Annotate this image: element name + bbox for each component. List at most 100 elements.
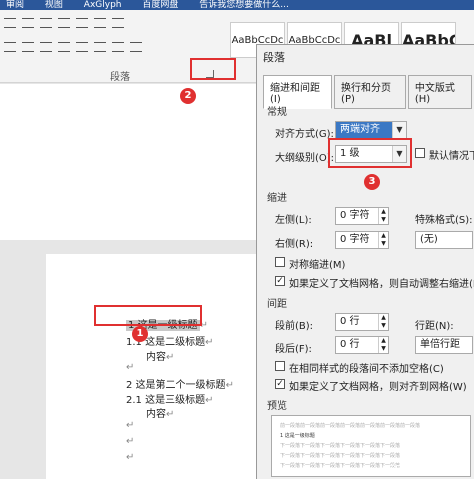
shading-icon[interactable] bbox=[112, 42, 124, 52]
outline-level-label: 大纲级别(O): bbox=[275, 153, 335, 164]
annotation-box-outline-level bbox=[328, 138, 412, 168]
spinner-icon[interactable]: ▲ ▼ bbox=[378, 208, 388, 224]
paragraph-mark: ↵ bbox=[225, 380, 234, 391]
distributed-icon[interactable] bbox=[76, 42, 88, 52]
show-marks-icon[interactable] bbox=[112, 18, 124, 28]
dialog-title: 段落 bbox=[263, 51, 285, 64]
bullets-icon[interactable] bbox=[4, 18, 16, 28]
watermark: CSDN @三木一立 bbox=[388, 464, 470, 475]
doc-line[interactable]: ↵ bbox=[126, 452, 134, 463]
chevron-down-icon[interactable]: ▼ bbox=[392, 122, 406, 138]
heading-number: 2 bbox=[126, 380, 133, 391]
snap-to-grid-checkbox[interactable]: ✓ bbox=[275, 379, 285, 389]
line-spacing-select[interactable]: 单倍行距 bbox=[415, 336, 473, 354]
tab-line-page-breaks[interactable]: 换行和分页(P) bbox=[334, 75, 406, 109]
sort-icon[interactable] bbox=[94, 18, 106, 28]
right-indent-value: 0 字符 bbox=[340, 234, 370, 245]
space-before-input[interactable]: 0 行 ▲ ▼ bbox=[335, 313, 389, 331]
no-space-same-style-checkbox[interactable] bbox=[275, 361, 285, 371]
borders-icon[interactable] bbox=[130, 42, 142, 52]
right-indent-label: 右侧(R): bbox=[275, 239, 314, 250]
left-indent-label: 左侧(L): bbox=[275, 215, 312, 226]
paragraph-mark: ↵ bbox=[166, 352, 175, 363]
heading-text: 这是第二个一级标题 bbox=[135, 380, 226, 391]
align-right-icon[interactable] bbox=[40, 42, 52, 52]
spinner-icon[interactable]: ▲ ▼ bbox=[378, 232, 388, 248]
align-left-icon[interactable] bbox=[4, 42, 16, 52]
page-gap bbox=[0, 240, 256, 254]
paragraph-mark: ↵ bbox=[166, 409, 175, 420]
doc-line[interactable]: ↵ bbox=[126, 362, 134, 373]
doc-line[interactable]: 2 这是第二个一级标题↵ bbox=[126, 376, 234, 391]
special-format-select[interactable]: (无) bbox=[415, 231, 473, 249]
tab-review[interactable]: 审阅 bbox=[6, 0, 24, 10]
decrease-indent-icon[interactable] bbox=[58, 18, 70, 28]
paragraph-mark: ↵ bbox=[126, 436, 135, 447]
tab-baidu-netdisk[interactable]: 百度网盘 bbox=[142, 0, 178, 10]
multilevel-list-icon[interactable] bbox=[40, 18, 52, 28]
space-after-label: 段后(F): bbox=[275, 344, 312, 355]
space-after-input[interactable]: 0 行 ▲ ▼ bbox=[335, 336, 389, 354]
preview-line: 下一段落下一段落下一段落下一段落下一段落下一段落 bbox=[280, 463, 401, 469]
alignment-select[interactable]: 两端对齐 ▼ bbox=[335, 121, 407, 139]
align-center-icon[interactable] bbox=[22, 42, 34, 52]
auto-adjust-label: 如果定义了文档网格，则自动调整右缩进(D) bbox=[289, 279, 474, 290]
collapse-default-label: 默认情况下折 bbox=[429, 151, 474, 162]
space-before-value: 0 行 bbox=[340, 316, 360, 327]
indent-section-label: 缩进 bbox=[267, 193, 287, 204]
ribbon-list-row bbox=[4, 16, 124, 30]
numbering-icon[interactable] bbox=[22, 18, 34, 28]
tell-me-box[interactable]: 告诉我您想要做什么... bbox=[199, 0, 289, 10]
doc-line[interactable]: ↵ bbox=[126, 420, 134, 431]
annotation-marker: 2 bbox=[180, 88, 196, 104]
spinner-icon[interactable]: ▲ ▼ bbox=[378, 314, 388, 330]
dialog-tabs: 缩进和间距(I) 换行和分页(P) 中文版式(H) bbox=[263, 75, 474, 109]
preview-line: 1 这是一级标题 bbox=[280, 433, 315, 439]
mirror-indent-label: 对称缩进(M) bbox=[289, 260, 346, 271]
line-spacing-icon[interactable] bbox=[94, 42, 106, 52]
paragraph-mark: ↵ bbox=[126, 452, 135, 463]
left-indent-input[interactable]: 0 字符 ▲ ▼ bbox=[335, 207, 389, 225]
left-indent-value: 0 字符 bbox=[340, 210, 370, 221]
ribbon-align-row bbox=[4, 40, 142, 54]
increase-indent-icon[interactable] bbox=[76, 18, 88, 28]
no-space-same-style-label: 在相同样式的段落间不添加空格(C) bbox=[289, 364, 444, 375]
paragraph-mark: ↵ bbox=[126, 420, 135, 431]
body-text: 内容 bbox=[146, 409, 166, 420]
collapse-default-checkbox[interactable] bbox=[415, 148, 425, 158]
paragraph-group-label: 段落 bbox=[110, 72, 130, 83]
title-bar: 审阅 视图 AxGlyph 百度网盘 告诉我您想要做什么... bbox=[0, 0, 474, 10]
tab-axglyph[interactable]: AxGlyph bbox=[84, 0, 122, 10]
preview-line: 下一段落下一段落下一段落下一段落下一段落下一段落 bbox=[280, 453, 401, 459]
doc-line[interactable]: 内容↵ bbox=[146, 348, 174, 363]
special-format-value: (无) bbox=[420, 234, 438, 245]
tab-view[interactable]: 视图 bbox=[45, 0, 63, 10]
line-spacing-value: 单倍行距 bbox=[420, 339, 460, 350]
alignment-label: 对齐方式(G): bbox=[275, 129, 334, 140]
annotation-box-heading bbox=[94, 305, 202, 326]
tab-asian-typography[interactable]: 中文版式(H) bbox=[407, 75, 472, 109]
preview-section-label: 预览 bbox=[267, 401, 287, 412]
general-section-label: 常规 bbox=[267, 107, 287, 118]
spinner-icon[interactable]: ▲ ▼ bbox=[378, 337, 388, 353]
mirror-indent-checkbox[interactable] bbox=[275, 257, 285, 267]
paragraph-mark: ↵ bbox=[205, 337, 214, 348]
spacing-section-label: 间距 bbox=[267, 299, 287, 310]
doc-line[interactable]: 2.1 这是三级标题↵ bbox=[126, 391, 213, 406]
justify-icon[interactable] bbox=[58, 42, 70, 52]
annotation-box-launcher bbox=[190, 58, 236, 80]
paragraph-dialog: 段落 缩进和间距(I) 换行和分页(P) 中文版式(H) 常规 对齐方式(G):… bbox=[256, 44, 474, 479]
doc-line[interactable]: 内容↵ bbox=[146, 405, 174, 420]
alignment-value: 两端对齐 bbox=[340, 124, 380, 135]
auto-adjust-checkbox[interactable]: ✓ bbox=[275, 276, 285, 286]
preview-line: 下一段落下一段落下一段落下一段落下一段落下一段落 bbox=[280, 443, 401, 449]
annotation-marker: 3 bbox=[364, 174, 380, 190]
heading-number: 2.1 bbox=[126, 395, 142, 406]
doc-line[interactable]: ↵ bbox=[126, 436, 134, 447]
line-spacing-label: 行距(N): bbox=[415, 321, 454, 332]
document-page[interactable]: 1 这是一级标题 ↵ 1.1 这是二级标题↵ 内容↵ ↵ 2 这是第二个一级标题↵… bbox=[46, 254, 256, 479]
paragraph-mark: ↵ bbox=[205, 395, 214, 406]
preview-line: 前一段落前一段落前一段落前一段落前一段落前一段落前一段落 bbox=[280, 423, 421, 429]
document-page-previous bbox=[0, 84, 256, 240]
right-indent-input[interactable]: 0 字符 ▲ ▼ bbox=[335, 231, 389, 249]
